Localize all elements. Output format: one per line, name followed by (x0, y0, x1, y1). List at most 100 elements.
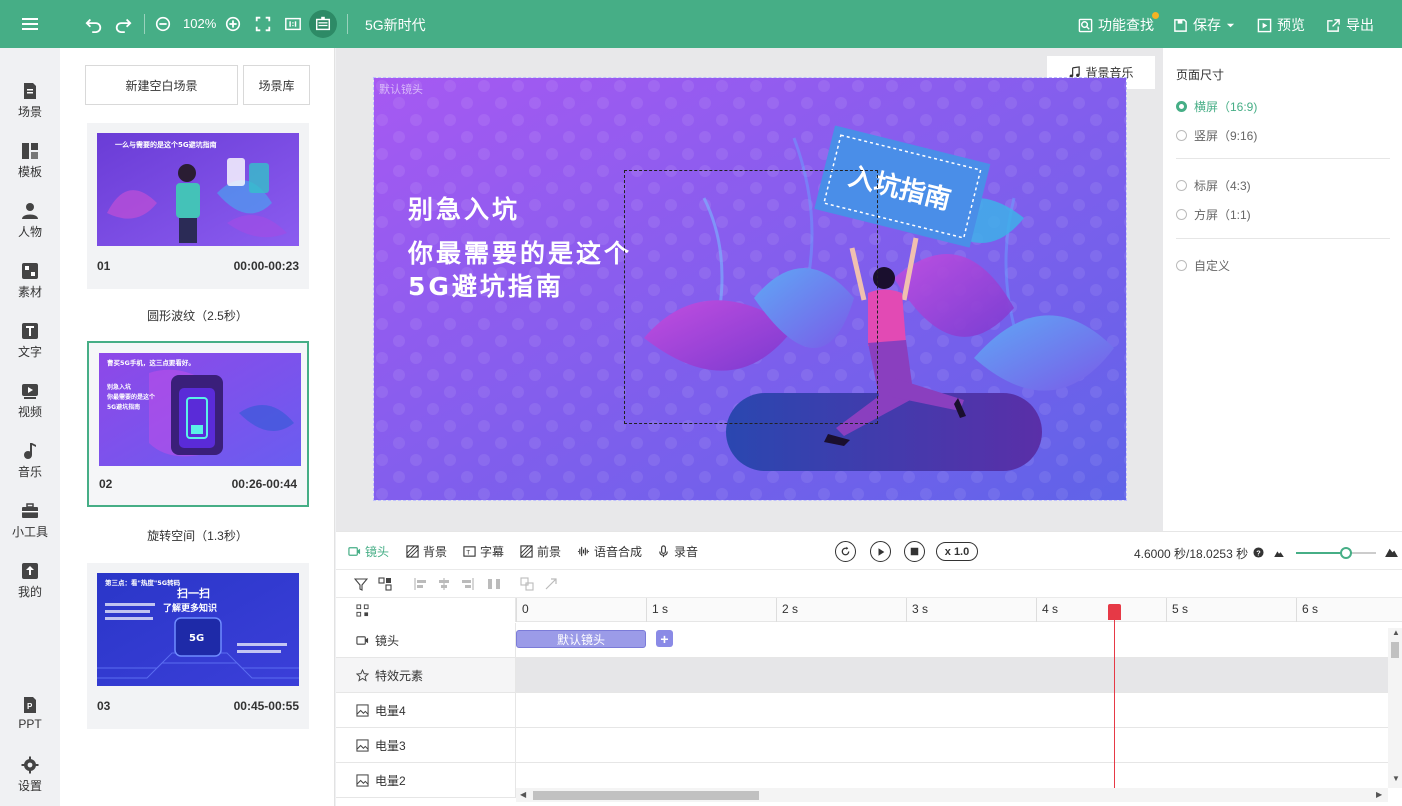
timeline-zoom-slider[interactable] (1296, 547, 1376, 559)
distribute-icon[interactable] (487, 577, 501, 591)
add-camera-clip-button[interactable]: + (656, 630, 673, 647)
time-ruler[interactable]: 0 1 s 2 s 3 s 4 s 5 s 6 s (336, 598, 1402, 622)
page-size-option-label: 标屏（4:3) (1194, 179, 1251, 193)
group-icon[interactable] (378, 577, 392, 591)
scene-card-3[interactable]: 5G 第三点：看"热度"5G转码 扫一扫 了解更多知识 03 00:45-00:… (87, 563, 309, 729)
stage-headline-1[interactable]: 别急入坑 (408, 190, 520, 226)
align-right-icon[interactable] (460, 577, 474, 591)
page-size-option-4-3[interactable]: 标屏（4:3) (1176, 177, 1251, 194)
scroll-up-icon[interactable]: ▲ (1392, 628, 1400, 637)
stop-button[interactable] (904, 541, 925, 562)
track-area[interactable]: 默认镜头 + (516, 623, 1388, 657)
feature-search-button[interactable]: 功能查找 (1078, 15, 1154, 35)
nav-item-mine[interactable]: 我的 (0, 562, 60, 616)
nav-label: 小工具 (11, 525, 48, 539)
document-title[interactable]: 5G新时代 (365, 15, 426, 35)
selection-box[interactable] (624, 170, 878, 424)
tab-camera[interactable]: 镜头 (348, 543, 389, 560)
track-area[interactable] (516, 693, 1388, 727)
zoom-out-button[interactable] (153, 14, 173, 34)
ruler-tick-label: 0 (522, 602, 529, 616)
scroll-right-icon[interactable]: ▶ (1376, 790, 1382, 799)
scene-transition-2[interactable]: 旋转空间（1.3秒） (60, 527, 335, 544)
nav-item-video[interactable]: 视频 (0, 382, 60, 436)
transform-icon[interactable] (544, 577, 558, 591)
page-size-option-label: 方屏（1:1) (1194, 208, 1251, 222)
scroll-left-icon[interactable]: ◀ (520, 790, 526, 799)
nav-item-person[interactable]: 人物 (0, 202, 60, 256)
scene-card-2[interactable]: 曹买5G手机，这三点要看好。 别急入坑 你最需要的是这个 5G避坑指南 02 0… (87, 341, 309, 507)
export-button[interactable]: 导出 (1326, 15, 1374, 35)
tab-speech-synthesis[interactable]: 语音合成 (577, 543, 642, 560)
track-area[interactable] (516, 658, 1388, 692)
track-area[interactable] (516, 728, 1388, 762)
zoom-out-mountain-icon[interactable] (1274, 549, 1284, 557)
undo-button[interactable] (84, 14, 104, 34)
track-battery-4[interactable]: 电量4 (336, 693, 1388, 728)
undo-icon (85, 18, 102, 33)
page-size-option-1-1[interactable]: 方屏（1:1) (1176, 206, 1251, 223)
timeline-zoom-handle[interactable] (1339, 547, 1352, 559)
vertical-scroll-thumb[interactable] (1391, 642, 1399, 658)
stage[interactable]: 入坑指南 默认镜头 别急入坑 你最需要的是这个 5G避坑指南 (373, 77, 1127, 501)
upload-icon (22, 563, 38, 579)
tab-label: 语音合成 (594, 545, 643, 559)
playback-speed-button[interactable]: x 1.0 (936, 542, 978, 561)
align-center-icon[interactable] (437, 577, 451, 591)
save-button[interactable]: 保存 (1173, 15, 1235, 35)
zoom-in-mountain-icon[interactable] (1385, 546, 1398, 557)
page-size-option-9-16[interactable]: 竖屏（9:16) (1176, 127, 1257, 144)
page-size-option-custom[interactable]: 自定义 (1176, 257, 1230, 274)
menu-button[interactable] (0, 0, 60, 48)
vertical-scrollbar[interactable]: ▲ ▼ (1388, 628, 1402, 788)
waveform-icon (577, 546, 590, 557)
nav-item-template[interactable]: 模板 (0, 142, 60, 196)
track-camera[interactable]: 镜头 默认镜头 + (336, 623, 1388, 658)
nav-item-material[interactable]: 素材 (0, 262, 60, 316)
scene-thumbnail-chip: 5G (189, 633, 204, 644)
nav-item-tools[interactable]: 小工具 (0, 502, 60, 556)
replay-button[interactable] (835, 541, 856, 562)
tree-icon[interactable] (356, 604, 369, 617)
nav-item-ppt[interactable]: P PPT (0, 696, 60, 750)
zoom-in-button[interactable] (223, 14, 243, 34)
play-button[interactable] (870, 541, 891, 562)
save-icon (1174, 18, 1187, 32)
new-blank-scene-button[interactable]: 新建空白场景 (85, 65, 238, 105)
scene-transition-1[interactable]: 圆形波纹（2.5秒） (60, 307, 335, 324)
top-bar: 102% 5G新时代 功能查找 保存 预览 导出 (0, 0, 1402, 48)
keyboard-shortcuts-button[interactable] (309, 10, 337, 38)
ruler-tick-label: 3 s (912, 602, 929, 616)
nav-item-scene[interactable]: 场景 (0, 82, 60, 136)
redo-button[interactable] (113, 14, 133, 34)
tab-foreground[interactable]: 前景 (520, 543, 561, 560)
tab-record[interactable]: 录音 (657, 543, 698, 560)
actual-size-button[interactable] (283, 14, 303, 34)
track-battery-3[interactable]: 电量3 (336, 728, 1388, 763)
radio-icon (1176, 180, 1187, 191)
fit-screen-button[interactable] (253, 14, 273, 34)
scene-library-button[interactable]: 场景库 (243, 65, 310, 105)
playhead-handle[interactable] (1108, 604, 1121, 620)
horizontal-scroll-thumb[interactable] (533, 791, 759, 800)
align-left-icon[interactable] (414, 577, 428, 591)
camera-clip[interactable]: 默认镜头 (516, 630, 646, 648)
nav-item-settings[interactable]: 设置 (0, 756, 60, 806)
scroll-down-icon[interactable]: ▼ (1392, 774, 1400, 783)
copy-align-icon[interactable] (520, 577, 534, 591)
track-label-text: 特效元素 (375, 668, 424, 683)
stage-headline-2[interactable]: 你最需要的是这个 (408, 234, 632, 270)
stage-headline-3[interactable]: 5G避坑指南 (408, 267, 564, 303)
tab-subtitle[interactable]: T 字幕 (463, 543, 504, 560)
tab-background[interactable]: 背景 (406, 543, 447, 560)
timeline-zoom-fill (1296, 552, 1346, 554)
preview-button[interactable]: 预览 (1257, 15, 1305, 35)
nav-item-text[interactable]: 文字 (0, 322, 60, 376)
nav-item-music[interactable]: 音乐 (0, 442, 60, 496)
scene-card-1[interactable]: 一么与需要的是这个5G避坑指南 01 00:00-00:23 (87, 123, 309, 289)
track-effects[interactable]: 特效元素 (336, 658, 1388, 693)
filter-icon[interactable] (354, 577, 368, 591)
page-size-option-16-9[interactable]: 横屏（16:9) (1176, 98, 1257, 115)
horizontal-scrollbar[interactable]: ◀ ▶ (516, 788, 1388, 802)
hamburger-icon (22, 18, 38, 30)
